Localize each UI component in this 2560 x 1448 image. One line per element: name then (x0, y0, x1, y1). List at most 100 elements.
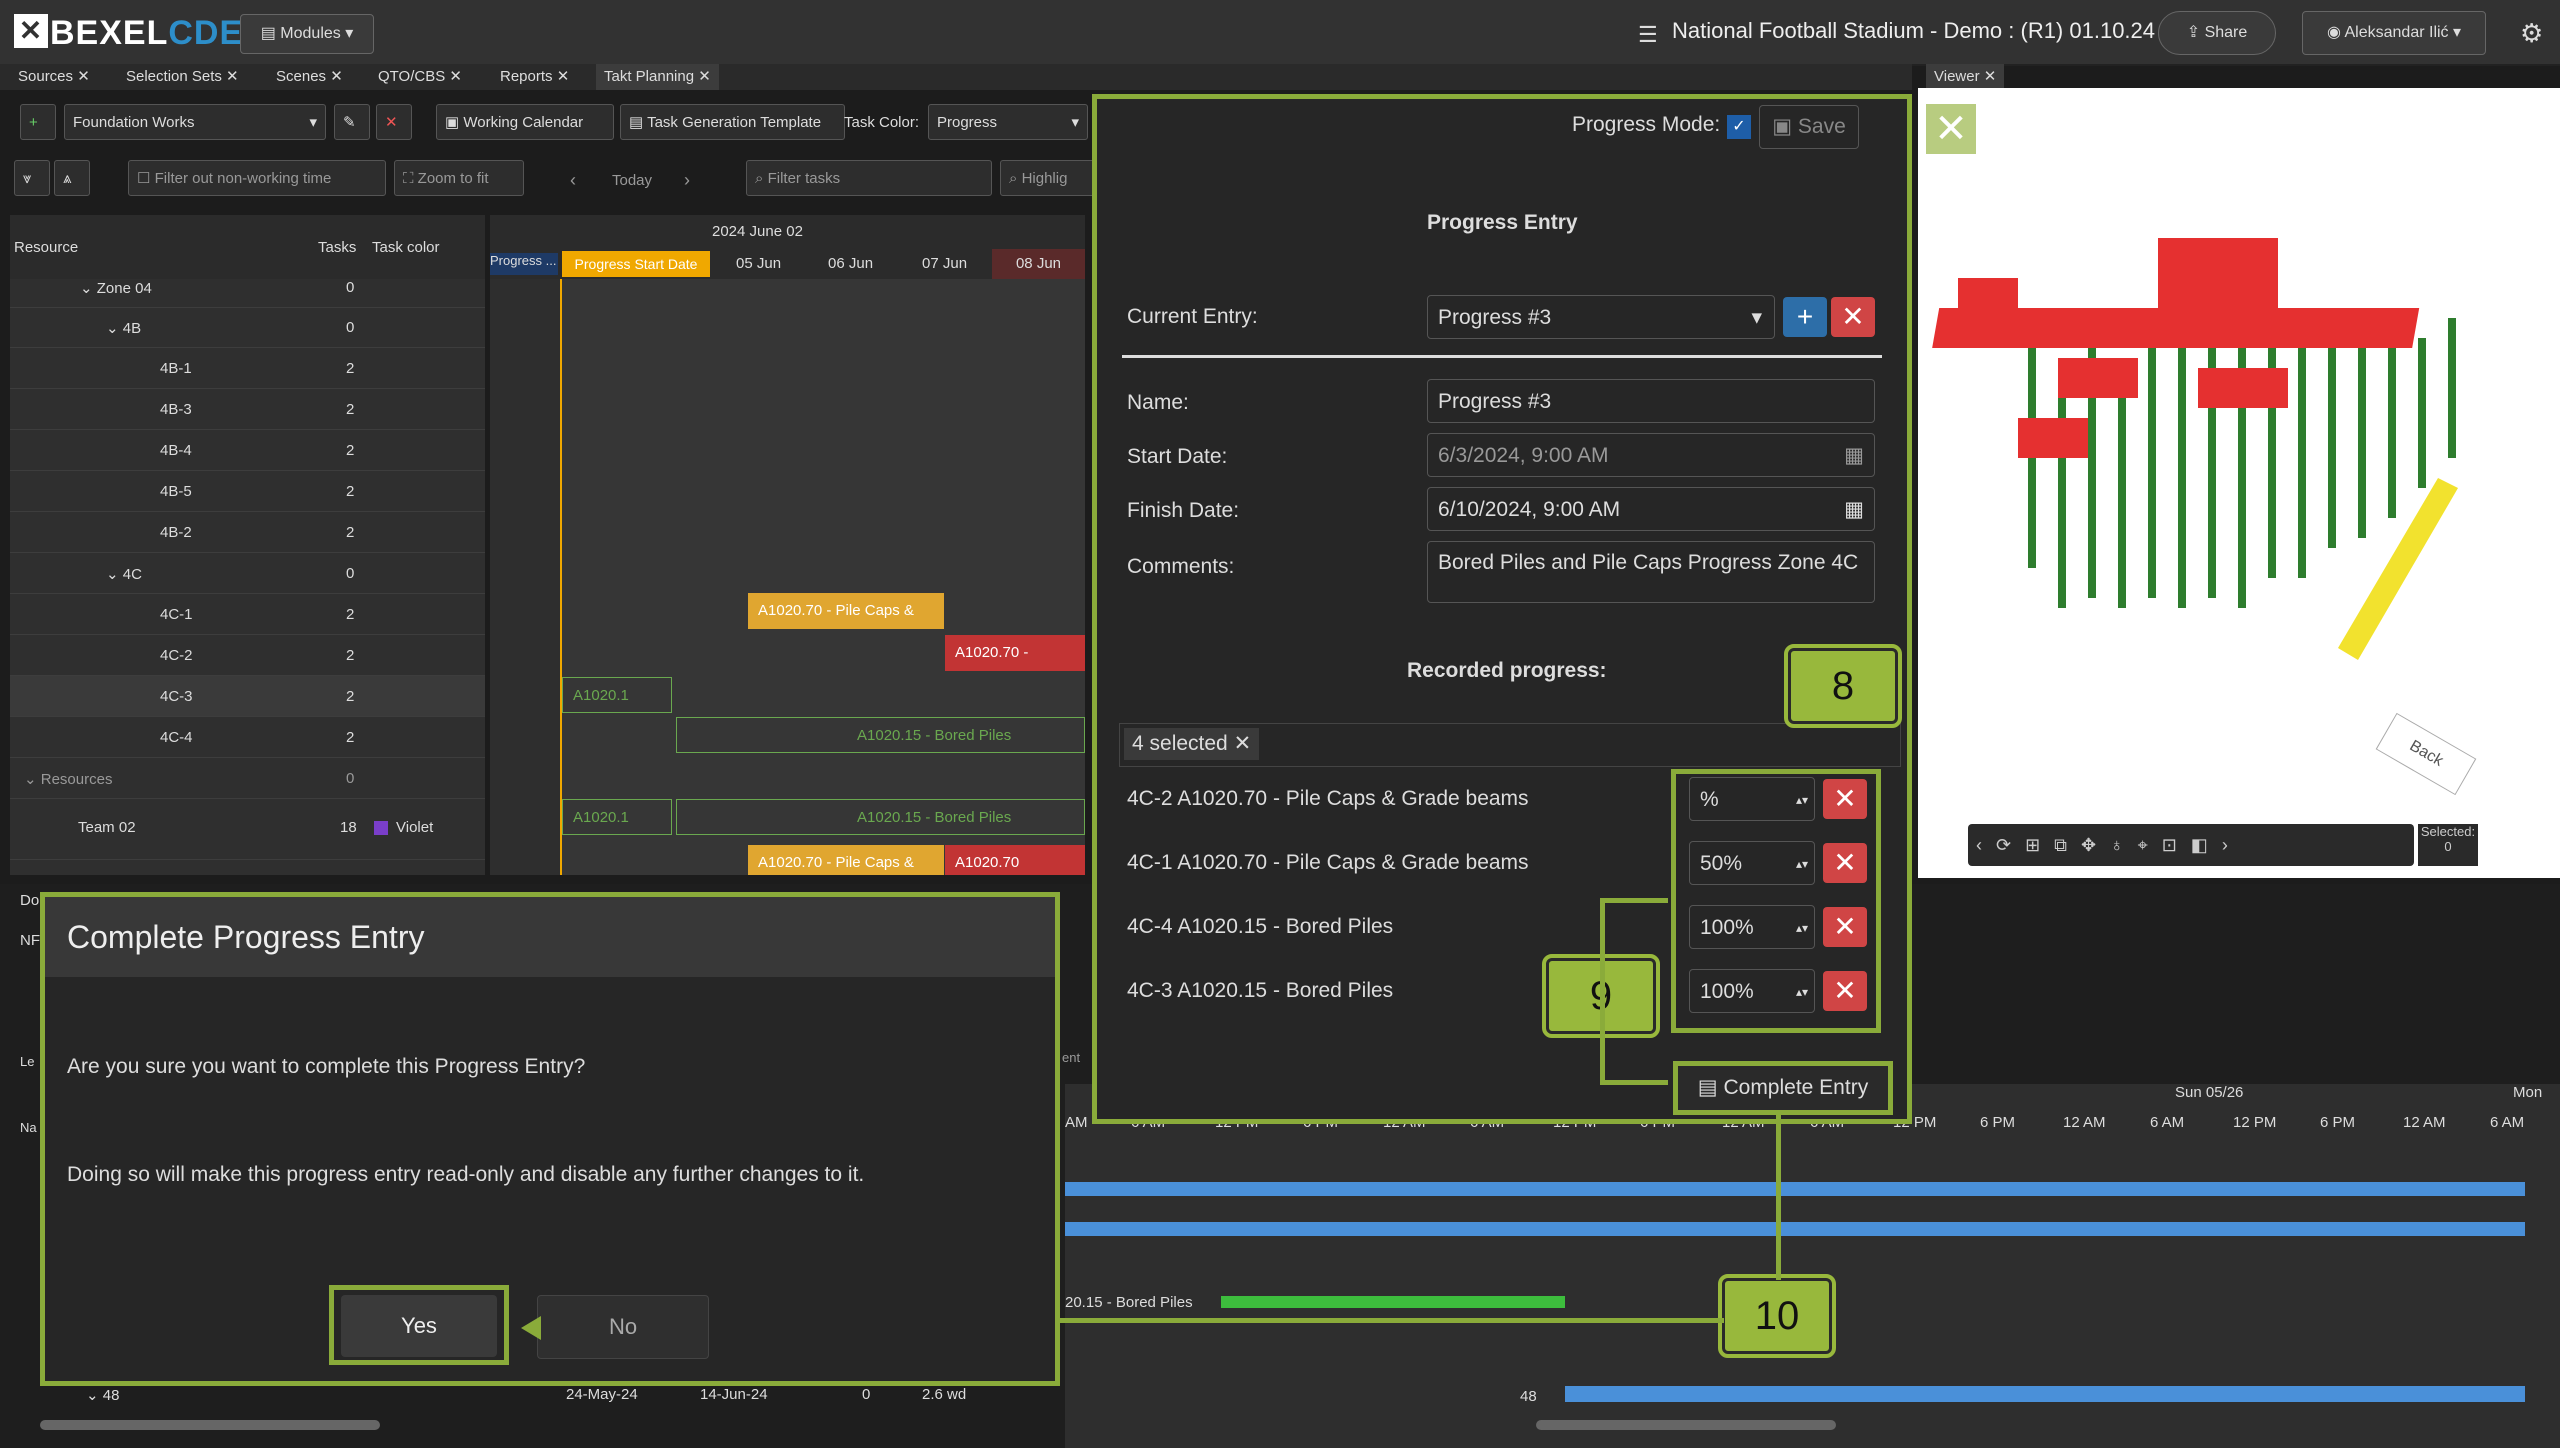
table-row[interactable]: 4B-4 2 (10, 430, 485, 471)
scrollbar[interactable] (1536, 1420, 1836, 1430)
calendar-icon[interactable]: ▦ (1844, 434, 1864, 478)
progress-item-label: 4C-1 A1020.70 - Pile Caps & Grade beams (1127, 851, 1529, 874)
foundation-select[interactable]: Foundation Works ▾ (64, 104, 326, 140)
save-button[interactable]: ▣ Save (1759, 105, 1859, 149)
timeline-bar[interactable] (1065, 1182, 2525, 1196)
project-title: National Football Stadium - Demo : (R1) … (1672, 18, 2156, 43)
table-row[interactable]: ⌄ Resources 0 (10, 758, 485, 799)
tab-reports[interactable]: Reports ✕ (500, 64, 569, 90)
task-color-select[interactable]: Progress ▾ (928, 104, 1088, 140)
table-row[interactable]: 4B-5 2 (10, 471, 485, 512)
task-bar[interactable]: A1020.1 (562, 799, 672, 835)
bored-piles-bar[interactable] (1221, 1296, 1565, 1308)
recorded-progress-label: Recorded progress: (1407, 659, 1607, 682)
gantt-chart: A1020.70 - Pile Caps & A1020.70 - A1020.… (490, 279, 1085, 875)
scrollbar[interactable] (40, 1420, 380, 1430)
timeline-row-label: 48 (1520, 1388, 1537, 1405)
table-row[interactable]: ⌄ Zone 04 0 (10, 279, 485, 308)
name-field[interactable]: Progress #3 (1427, 379, 1875, 423)
current-entry-select[interactable]: Progress #3 ▾ (1427, 295, 1775, 339)
bottom-fragment: Na (20, 1120, 37, 1135)
menu-icon[interactable]: ☰ (1638, 22, 1658, 48)
selected-chip[interactable]: 4 selected ✕ (1124, 728, 1260, 760)
gantt-toolbar: ⩔ ⩓ ☐ Filter out non-working time ⛶ Zoom… (10, 156, 1100, 206)
edit-icon[interactable]: ✎ (334, 104, 370, 140)
collapse-all-icon[interactable]: ⩔ (14, 160, 50, 196)
finish-date-field[interactable]: 6/10/2024, 9:00 AM ▦ (1427, 487, 1875, 531)
add-button[interactable]: + (20, 104, 56, 140)
table-row[interactable]: 4B-3 2 (10, 389, 485, 430)
timeline-bar[interactable] (1565, 1386, 2525, 1402)
table-row[interactable]: Team 02 18 Violet (10, 799, 485, 860)
3d-viewer[interactable]: ✕ Back ‹⟳⊞⧉✥♁⌖⊡◧› Selected: 0 (1918, 88, 2560, 878)
table-row[interactable]: 4B-1 2 (10, 348, 485, 389)
task-bar[interactable]: A1020.70 (945, 845, 1085, 875)
complete-entry-button[interactable]: ▤ Complete Entry (1673, 1061, 1893, 1115)
task-bar[interactable]: A1020.70 - Pile Caps & (748, 845, 944, 875)
resource-grid-header: Resource Tasks Task color (10, 215, 485, 279)
tab-sources[interactable]: Sources ✕ (18, 64, 90, 90)
no-button[interactable]: No (537, 1295, 709, 1359)
logo-cde-text: CDE (168, 14, 244, 52)
row-value: 0 (862, 1386, 871, 1403)
tab-scenes[interactable]: Scenes ✕ (276, 64, 343, 90)
delete-entry-button[interactable]: ✕ (1831, 297, 1875, 337)
table-row[interactable]: ⌄ 4C 0 (10, 553, 485, 594)
tab-qto-cbs[interactable]: QTO/CBS ✕ (378, 64, 462, 90)
yes-button[interactable]: Yes (341, 1295, 497, 1357)
task-bar[interactable]: A1020.70 - (945, 635, 1085, 671)
divider (1122, 355, 1882, 358)
row-label: 48 (102, 1387, 120, 1404)
add-entry-button[interactable]: + (1783, 297, 1827, 337)
working-calendar-button[interactable]: ▣ Working Calendar (436, 104, 614, 140)
next-icon[interactable]: › (684, 170, 690, 191)
highlight-input[interactable]: ⌕ Highlig (1000, 160, 1100, 196)
selected-value: 0 (2444, 839, 2452, 854)
table-row[interactable]: ⌄ 4B 0 (10, 307, 485, 348)
tab-takt-planning[interactable]: Takt Planning ✕ (596, 64, 719, 90)
selection-box[interactable]: 4 selected ✕ (1119, 723, 1901, 767)
start-date-field[interactable]: 6/3/2024, 9:00 AM ▦ (1427, 433, 1875, 477)
row-tasks: 0 (346, 319, 355, 336)
gear-icon[interactable]: ⚙ (2520, 18, 2543, 49)
filter-nonworking-toggle[interactable]: ☐ Filter out non-working time (128, 160, 386, 196)
progress-item-label: 4C-3 A1020.15 - Bored Piles (1127, 979, 1394, 1002)
modules-label: Modules (280, 25, 341, 42)
task-template-button[interactable]: ▤ Task Generation Template (620, 104, 845, 140)
row-label: 4C-3 (160, 688, 193, 705)
progress-mode-checkbox[interactable]: ✓ (1727, 115, 1751, 139)
viewer-toolbar[interactable]: ‹⟳⊞⧉✥♁⌖⊡◧› (1968, 824, 2414, 866)
task-bar[interactable]: A1020.15 - Bored Piles (676, 799, 1085, 835)
tab-selection-sets[interactable]: Selection Sets ✕ (126, 64, 239, 90)
day-label: 07 Jun (922, 255, 968, 272)
task-bar[interactable]: A1020.70 - Pile Caps & (748, 593, 944, 629)
timeline-bar[interactable] (1065, 1222, 2525, 1236)
user-menu-button[interactable]: ◉ Aleksandar Ilić ▾ (2302, 11, 2486, 55)
comments-field[interactable]: Bored Piles and Pile Caps Progress Zone … (1427, 541, 1875, 603)
row-tasks: 0 (346, 770, 355, 787)
table-row[interactable]: 4B-2 2 (10, 512, 485, 553)
task-bar[interactable]: A1020.15 - Bored Piles (676, 717, 1085, 753)
zoom-to-fit-button[interactable]: ⛶ Zoom to fit (394, 160, 524, 196)
filter-tasks-input[interactable]: ⌕ Filter tasks (746, 160, 992, 196)
current-entry-label: Current Entry: (1127, 305, 1258, 328)
calendar-icon[interactable]: ▦ (1844, 488, 1864, 532)
expand-all-icon[interactable]: ⩓ (54, 160, 90, 196)
task-bar[interactable]: A1020.1 (562, 677, 672, 713)
tab-viewer[interactable]: Viewer ✕ (1926, 64, 2005, 90)
connector-line (1600, 1080, 1668, 1085)
bottom-table-row[interactable]: ⌄ 48 24-May-24 14-Jun-24 0 2.6 wd (60, 1386, 1020, 1408)
today-button[interactable]: Today (612, 172, 652, 189)
table-row[interactable]: 4C-2 2 (10, 635, 485, 676)
table-row[interactable]: 4C-4 2 (10, 717, 485, 758)
table-row[interactable]: 4C-3 2 (10, 676, 485, 717)
highlight-placeholder: Highlig (1021, 170, 1068, 187)
table-row[interactable]: 4C-1 2 (10, 594, 485, 635)
hour-label: 12 AM (2063, 1114, 2106, 1131)
delete-icon[interactable]: ✕ (376, 104, 412, 140)
timeline-header: 2024 June 02 Progress ... Progress Start… (490, 215, 1085, 279)
prev-icon[interactable]: ‹ (570, 170, 576, 191)
share-button[interactable]: ⇪ Share (2158, 11, 2276, 55)
modules-button[interactable]: ▤ Modules ▾ (240, 14, 374, 54)
current-entry-value: Progress #3 (1438, 306, 1552, 329)
